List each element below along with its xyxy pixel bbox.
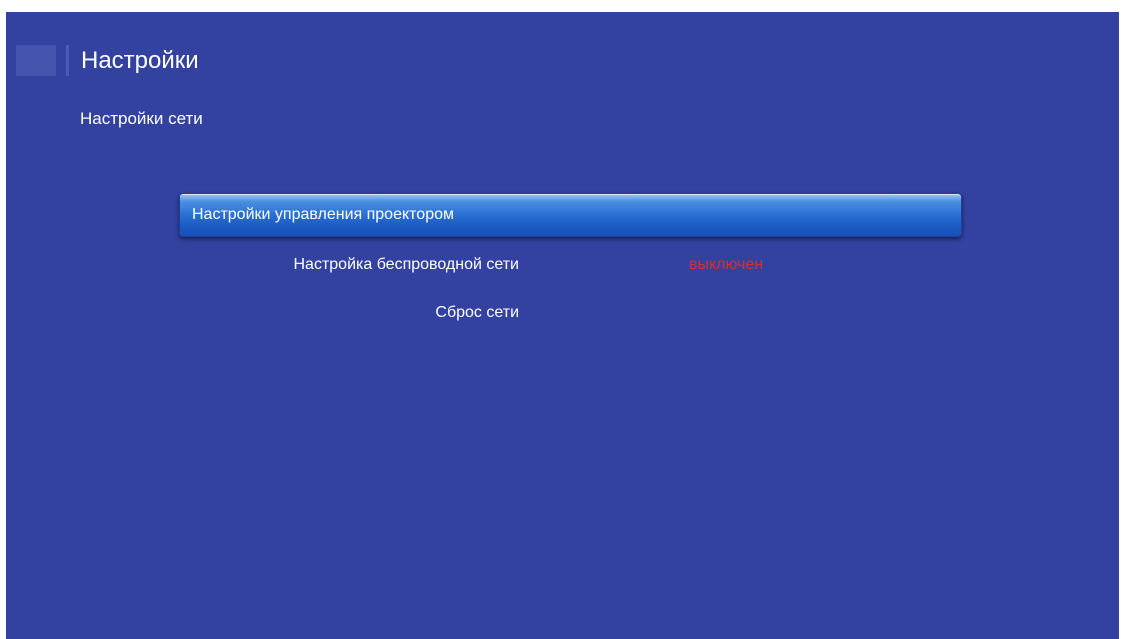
wireless-status-value: выключен: [689, 256, 764, 273]
header-divider: [66, 45, 69, 76]
section-title: Настройки сети: [80, 109, 203, 128]
header-logo-block: [16, 45, 56, 76]
menu-item-projector-control[interactable]: Настройки управления проектором: [179, 193, 962, 237]
menu-item-wireless-network[interactable]: Настройка беспроводной сети выключен: [179, 244, 960, 286]
settings-screen: Настройки Настройки сети Настройки управ…: [6, 12, 1119, 639]
menu-item-label: Настройка беспроводной сети: [293, 256, 519, 273]
page-title: Настройки: [81, 47, 199, 74]
menu-item-network-reset[interactable]: Сброс сети: [179, 292, 960, 334]
menu-item-label: Сброс сети: [435, 304, 519, 321]
menu-item-label: Настройки управления проектором: [192, 206, 454, 223]
